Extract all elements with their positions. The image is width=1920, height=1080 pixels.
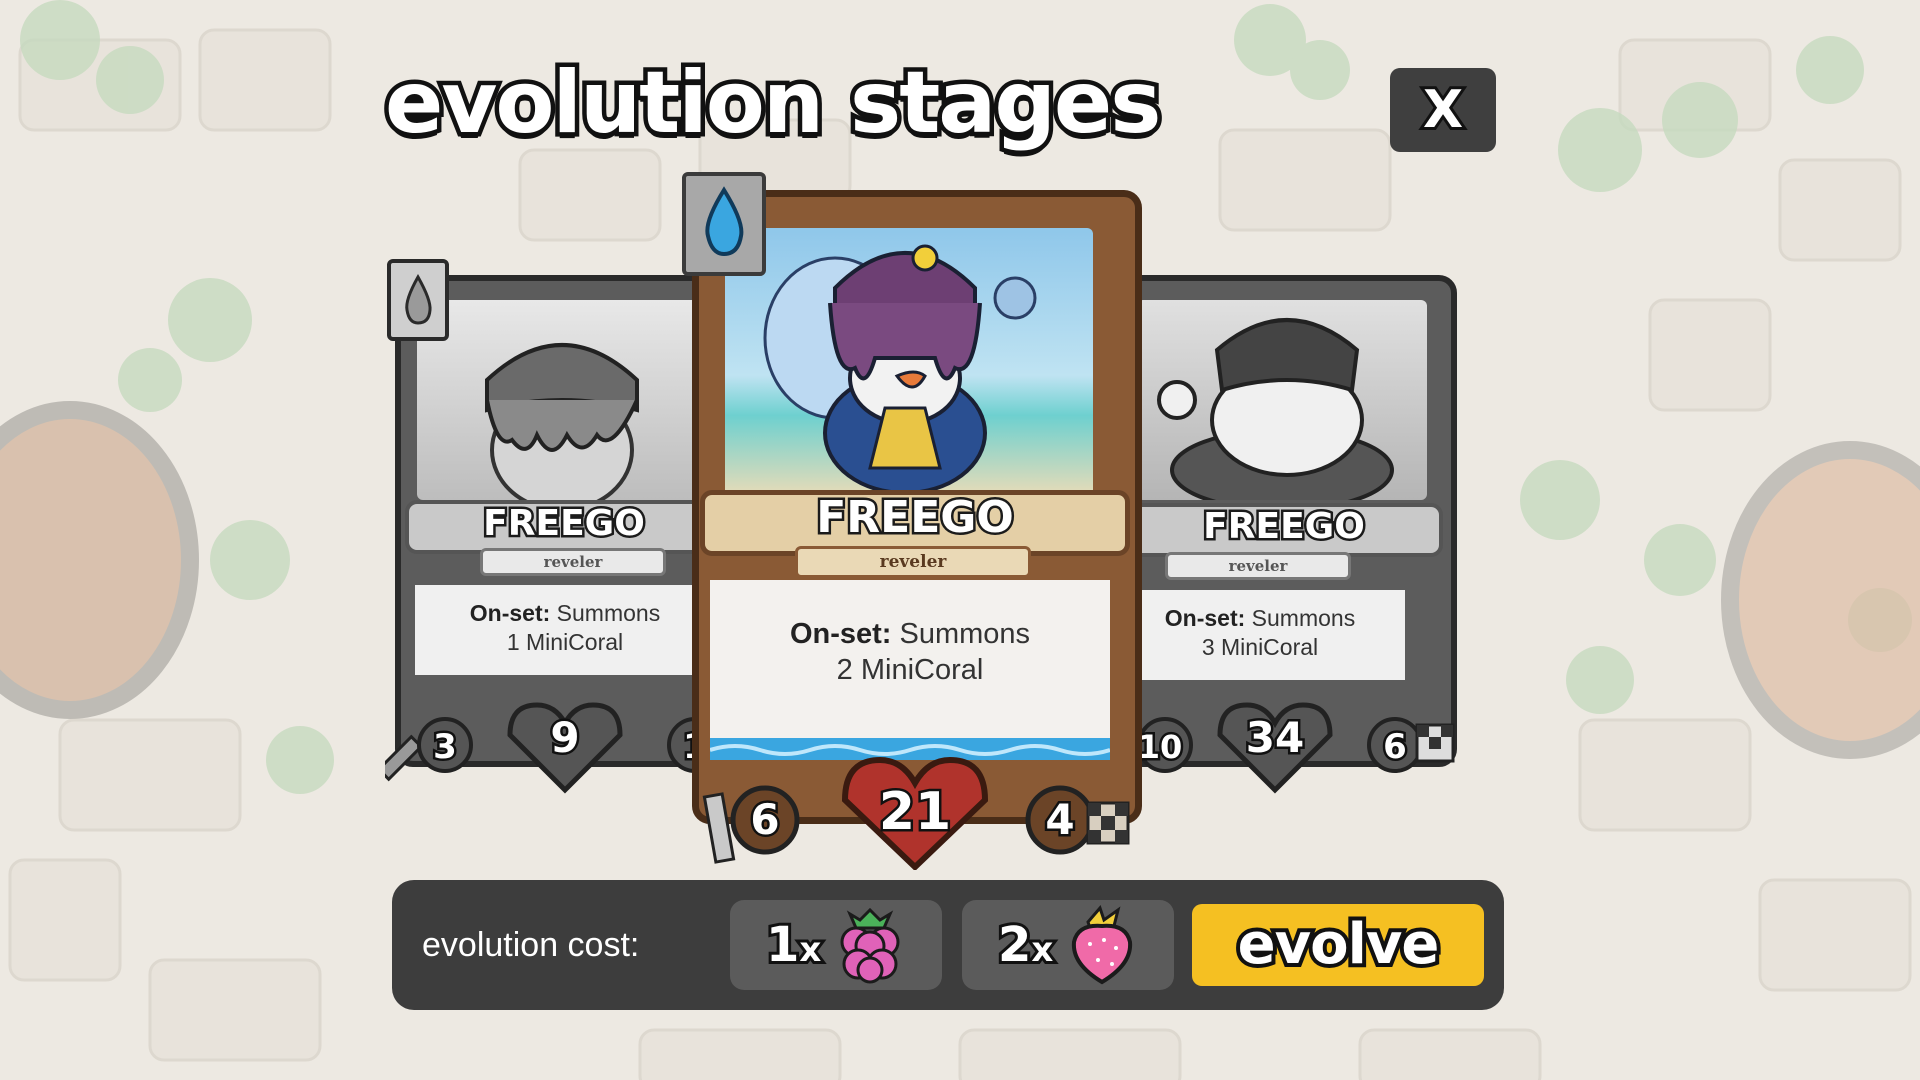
creature-illustration <box>485 343 639 500</box>
ability-label: On-set: <box>789 618 892 650</box>
health-value: 34 <box>1243 711 1306 765</box>
cost-quantity: 1x <box>763 914 824 976</box>
card-subtype: reveler <box>795 546 1031 578</box>
evolve-button-label: evolve <box>1234 908 1444 981</box>
ability-line-2: 1 MiniCoral <box>506 628 624 655</box>
speed-value: 6 <box>1381 725 1410 770</box>
evolve-button[interactable]: evolve <box>1192 904 1484 986</box>
ability-line-2: 3 MiniCoral <box>1201 633 1319 660</box>
page-title: evolution stages <box>381 49 1166 158</box>
card-ability-text: On-set: Summons 3 MiniCoral <box>1115 590 1405 680</box>
ability-text: Summons <box>899 618 1031 650</box>
speed-value: 4 <box>1043 793 1077 847</box>
sword-icon <box>702 792 736 864</box>
raspberry-icon <box>840 907 900 984</box>
cost-multiplier: x <box>796 927 824 973</box>
card-ability-text: On-set: Summons 1 MiniCoral <box>415 585 715 675</box>
evolution-cost-bar: evolution cost: 1x 2x evolve <box>392 880 1504 1010</box>
card-name: FREEGO <box>481 501 648 547</box>
card-subtype: reveler <box>1165 552 1351 580</box>
creature-illustration <box>763 244 1037 495</box>
card-art <box>1137 300 1427 500</box>
card-subtype: reveler <box>480 548 666 576</box>
ability-line-2: 2 MiniCoral <box>836 654 984 687</box>
strawberry-icon <box>1071 905 1133 985</box>
ability-label: On-set: <box>469 600 551 626</box>
card-art <box>725 228 1093 496</box>
card-art <box>417 300 707 500</box>
cost-multiplier: x <box>1028 927 1056 973</box>
close-button[interactable]: X <box>1390 68 1496 152</box>
attack-value: 3 <box>431 725 460 770</box>
cost-item-strawberry: 2x <box>962 900 1174 990</box>
attack-value: 6 <box>748 793 782 847</box>
ability-label: On-set: <box>1164 605 1246 631</box>
card-ability-text: On-set: Summons 2 MiniCoral <box>710 580 1110 740</box>
close-icon: X <box>1420 77 1466 143</box>
creature-illustration <box>1157 318 1394 500</box>
element-badge <box>387 259 449 341</box>
evolution-card-stage-3[interactable]: FREEGO reveler On-set: Summons 3 MiniCor… <box>1105 255 1465 795</box>
evolution-card-stage-2[interactable]: FREEGO reveler On-set: Summons 2 MiniCor… <box>680 170 1150 870</box>
health-value: 9 <box>548 711 582 765</box>
cost-item-raspberry: 1x <box>730 900 942 990</box>
evolution-cost-label: evolution cost: <box>422 926 640 964</box>
ability-text: Summons <box>1251 605 1356 631</box>
boots-icon <box>1086 801 1130 845</box>
ability-text: Summons <box>556 600 661 626</box>
element-badge <box>682 172 766 276</box>
card-name: FREEGO <box>1201 504 1368 550</box>
health-value: 21 <box>876 780 953 845</box>
cost-quantity: 2x <box>995 914 1056 976</box>
card-name: FREEGO <box>814 490 1017 546</box>
